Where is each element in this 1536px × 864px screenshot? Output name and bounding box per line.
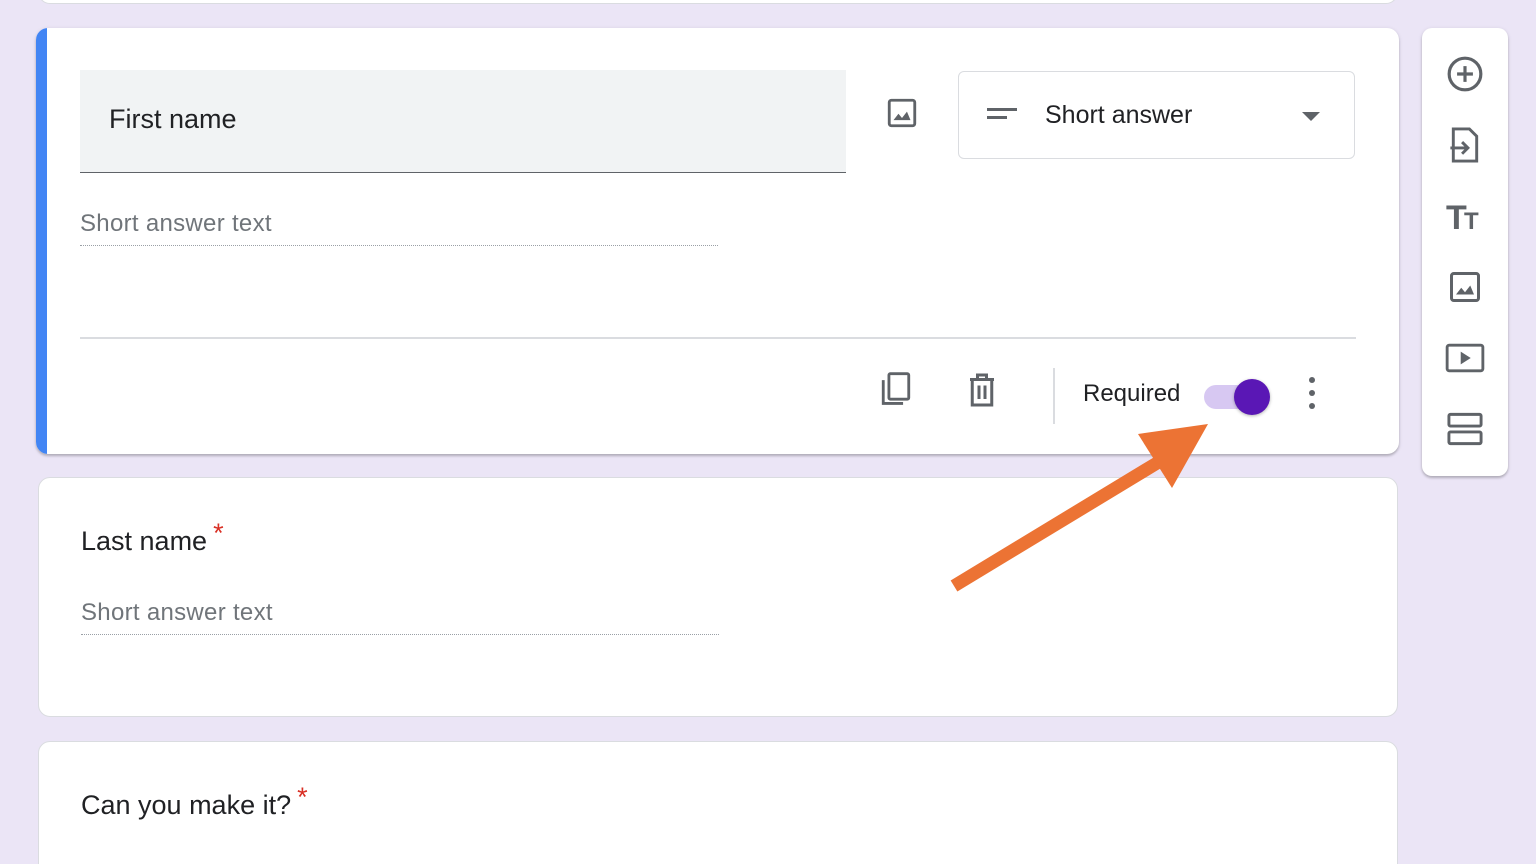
answer-placeholder-field: Short answer text xyxy=(81,599,719,635)
more-options-button[interactable] xyxy=(1298,374,1326,414)
active-accent-bar xyxy=(36,28,47,454)
add-question-button[interactable] xyxy=(1443,52,1487,96)
chevron-down-icon xyxy=(1302,112,1320,121)
card-footer-divider xyxy=(80,337,1356,339)
duplicate-button[interactable] xyxy=(876,370,916,410)
question-type-label: Short answer xyxy=(1045,101,1193,129)
import-icon xyxy=(1450,127,1479,163)
floating-toolbar: T T xyxy=(1422,28,1508,476)
required-toggle[interactable] xyxy=(1204,379,1272,415)
question-title: Last name * xyxy=(81,518,224,557)
image-icon xyxy=(887,98,917,128)
video-icon xyxy=(1445,343,1485,373)
question-title-text: Last name xyxy=(81,526,208,556)
add-image-toolbar-button[interactable] xyxy=(1443,265,1487,309)
question-title-text: First name xyxy=(109,104,237,134)
add-image-button[interactable] xyxy=(884,95,920,131)
add-title-button[interactable]: T T xyxy=(1443,194,1487,238)
image-icon xyxy=(1450,272,1480,302)
delete-button[interactable] xyxy=(962,370,1002,410)
required-star: * xyxy=(297,782,308,812)
add-section-button[interactable] xyxy=(1443,407,1487,451)
question-card-can-you-make-it[interactable]: Can you make it? * xyxy=(38,741,1398,864)
question-title-field[interactable]: First name xyxy=(80,70,846,173)
previous-card xyxy=(38,0,1398,4)
answer-placeholder-field: Short answer text xyxy=(80,210,718,246)
title-icon: T T xyxy=(1446,199,1479,233)
short-text-icon xyxy=(987,108,1017,119)
required-label: Required xyxy=(1083,380,1181,407)
trash-icon xyxy=(970,373,994,407)
toggle-thumb xyxy=(1234,379,1270,415)
import-questions-button[interactable] xyxy=(1443,123,1487,167)
answer-placeholder-text: Short answer text xyxy=(81,599,273,626)
add-video-button[interactable] xyxy=(1443,336,1487,380)
question-type-dropdown[interactable]: Short answer xyxy=(958,71,1355,159)
section-icon xyxy=(1447,412,1483,446)
footer-vertical-divider xyxy=(1053,368,1055,424)
copy-icon xyxy=(881,372,911,405)
question-title: Can you make it? * xyxy=(81,782,308,821)
question-title-text: Can you make it? xyxy=(81,790,292,820)
add-circle-icon xyxy=(1447,56,1483,92)
answer-placeholder-text: Short answer text xyxy=(80,210,272,237)
svg-text:T: T xyxy=(1464,208,1479,233)
active-question-card[interactable]: First name Short answer Short answer tex… xyxy=(36,28,1399,454)
required-star: * xyxy=(213,518,224,548)
question-card-last-name[interactable]: Last name * Short answer text xyxy=(38,477,1398,717)
